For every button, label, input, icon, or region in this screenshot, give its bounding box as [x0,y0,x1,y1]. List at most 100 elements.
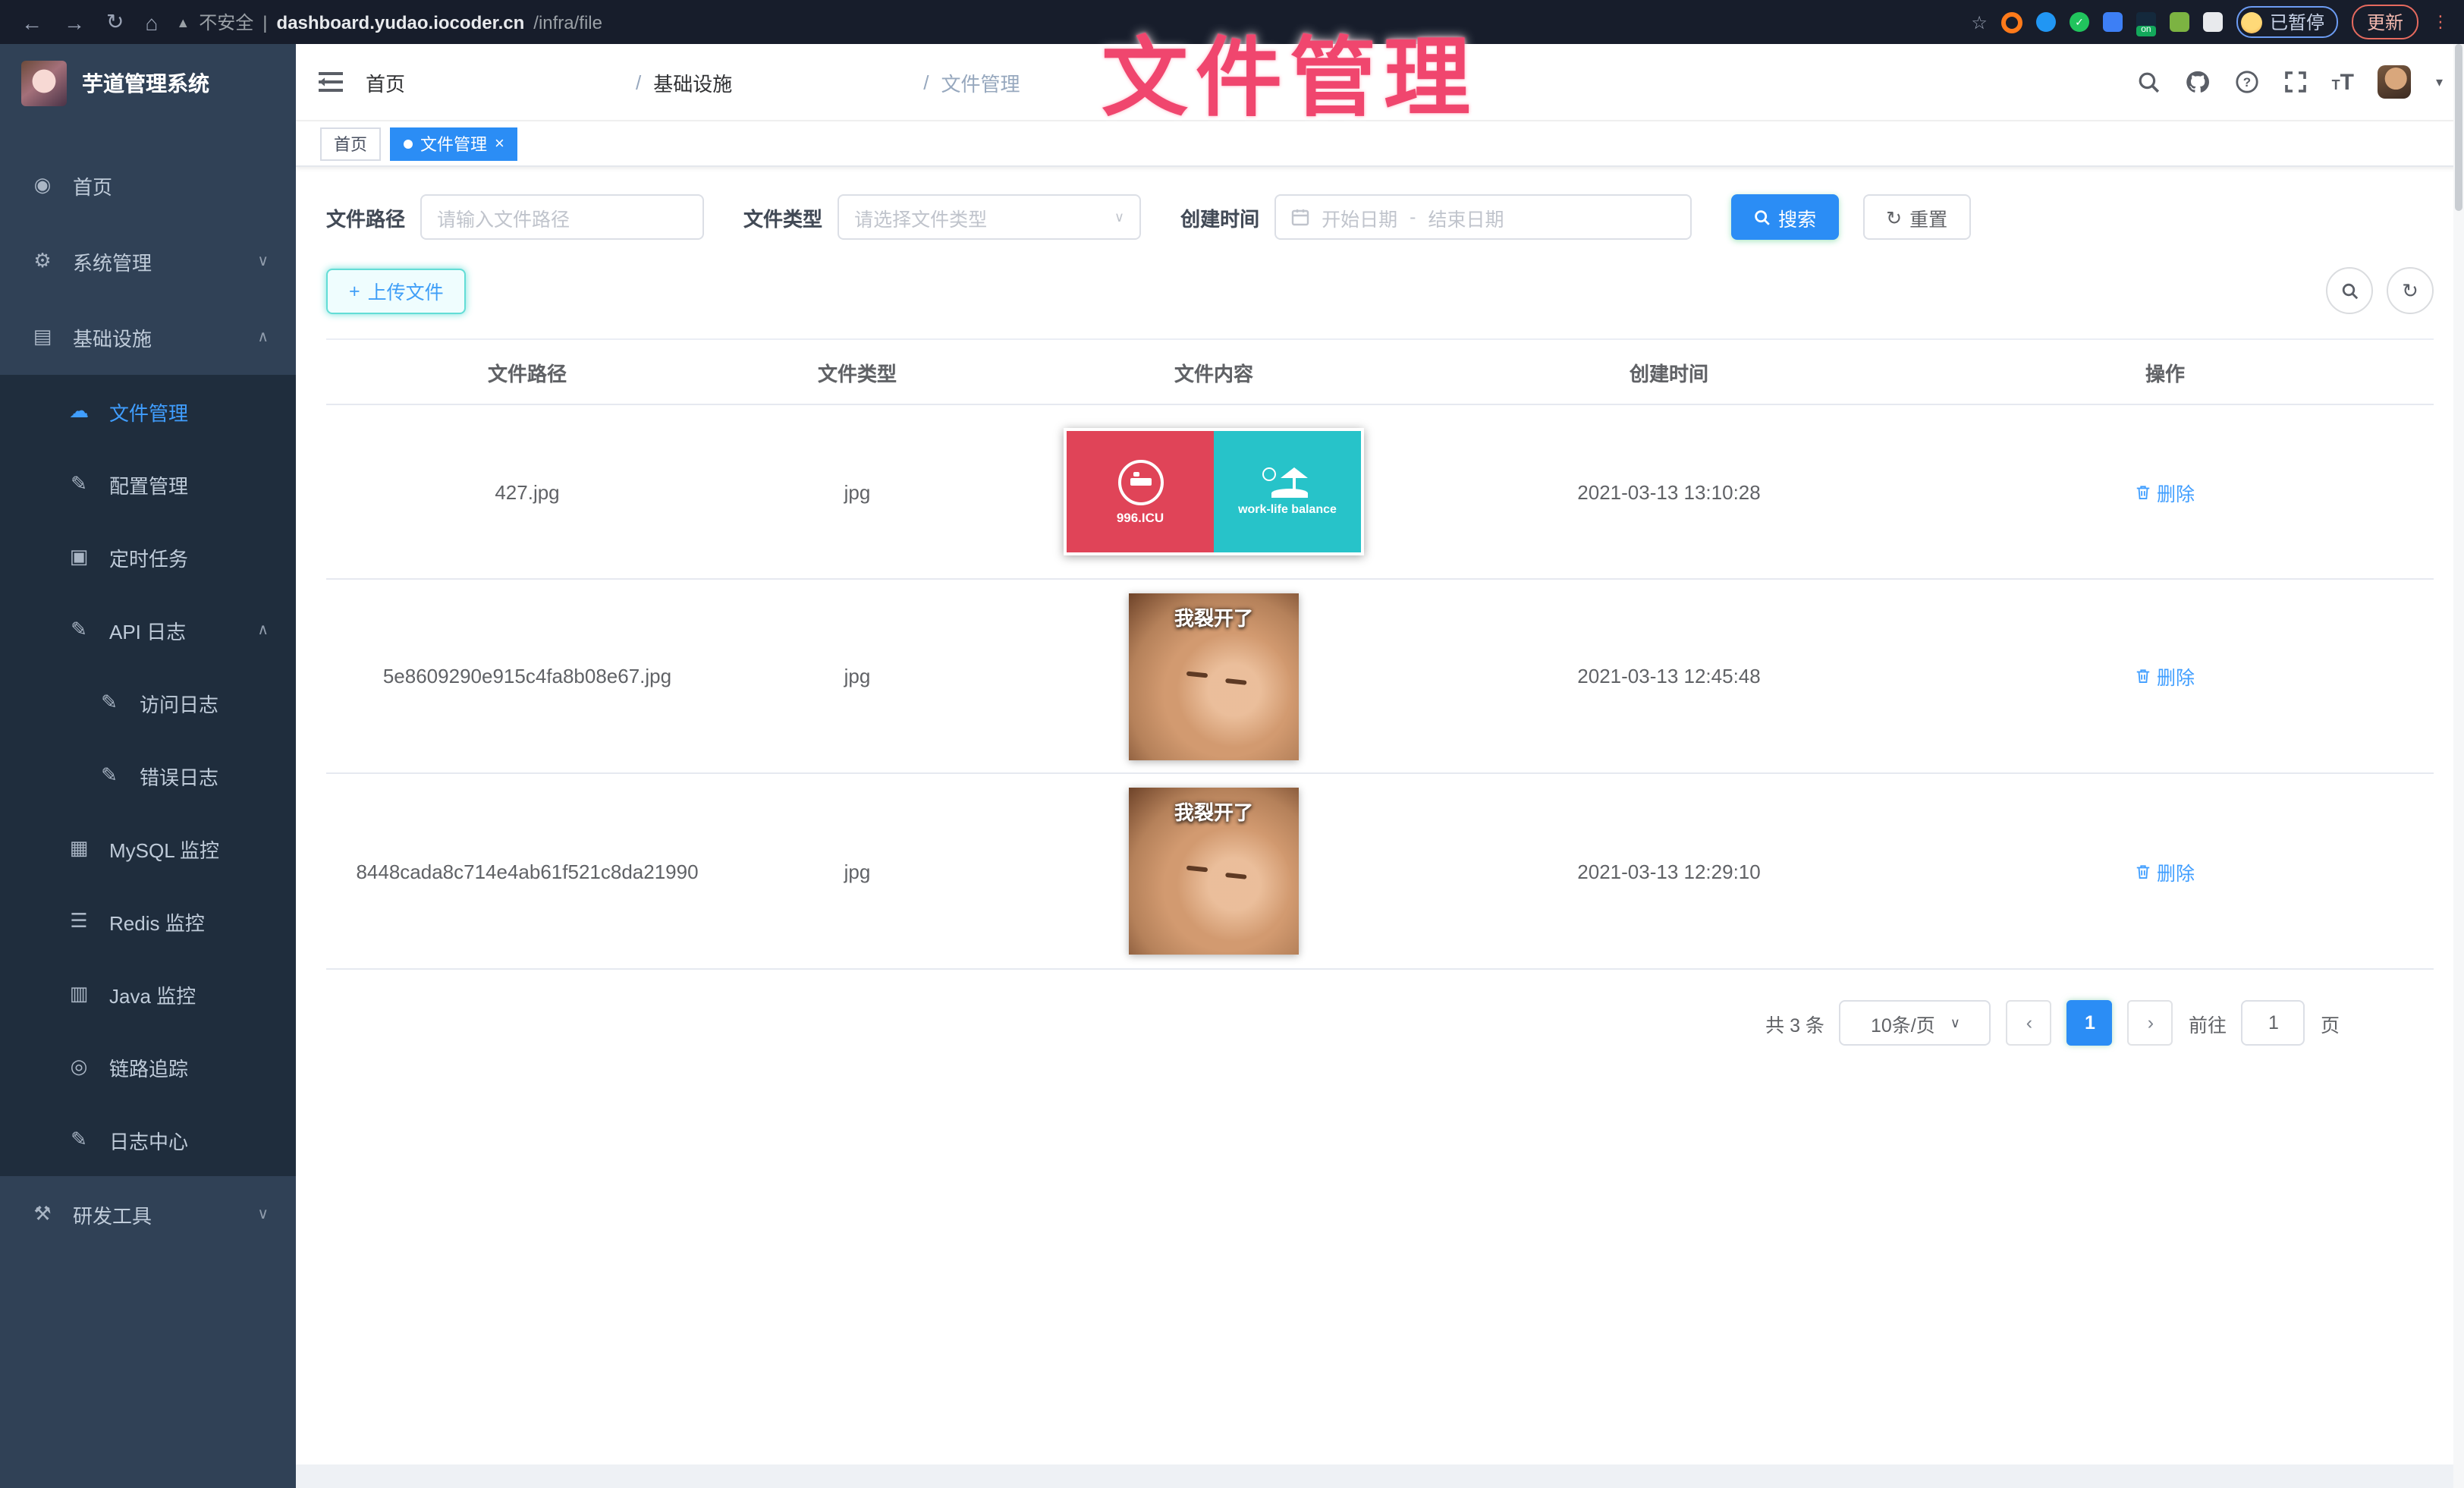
address-bar[interactable]: ▲ 不安全 | dashboard.yudao.iocoder.cn/infra… [176,9,1971,35]
extension-pin-icon[interactable] [2036,12,2056,32]
extension-puzzle-icon[interactable] [2203,12,2223,32]
fullscreen-icon[interactable] [2283,70,2308,94]
refresh-icon: ↻ [1886,206,1902,228]
file-type-select[interactable]: 请选择文件类型 ∨ [838,194,1141,240]
file-path-placeholder: 请输入文件路径 [437,203,570,231]
browser-home-icon[interactable]: ⌂ [145,10,158,34]
page-scrollbar[interactable] [2453,44,2464,1488]
file-thumbnail-meme[interactable]: 我裂开了 [1129,593,1299,760]
layers-icon: ☰ [67,909,91,933]
file-table: 文件路径 文件类型 文件内容 创建时间 操作 427.jpg jpg [326,338,2434,970]
sidebar-item-java[interactable]: ▥ Java 监控 [0,958,296,1030]
extension-green-check-icon[interactable]: ✓ [2070,12,2089,32]
chevron-up-icon: ∧ [257,621,269,638]
task-icon: ▣ [67,545,91,569]
beach-icon [1262,467,1313,498]
not-secure-label[interactable]: 不安全 [199,9,253,35]
sidebar-item-error-log[interactable]: ✎ 错误日志 [0,739,296,812]
tag-home[interactable]: 首页 [320,127,381,160]
app-title: 芋道管理系统 [82,68,209,99]
search-button[interactable]: 搜索 [1731,194,1839,240]
cell-create-time: 2021-03-13 12:45:48 [1441,665,1897,687]
file-path-input[interactable]: 请输入文件路径 [420,194,704,240]
extension-switch-icon[interactable]: on [2136,12,2156,32]
breadcrumb-separator: / [923,71,929,93]
sidebar-item-infra[interactable]: ▤ 基础设施 ∧ [0,299,296,375]
next-page-button[interactable]: › [2128,1000,2173,1046]
tag-label: 首页 [334,131,367,156]
browser-menu-icon[interactable]: ⋮ [2432,12,2449,32]
toggle-search-button[interactable] [2326,267,2373,314]
sidebar-item-mysql[interactable]: ▦ MySQL 监控 [0,812,296,885]
goto-suffix: 页 [2321,1008,2340,1037]
upload-label: 上传文件 [368,276,444,305]
sidebar-item-label: 研发工具 [73,1200,257,1228]
sidebar-item-dev-tools[interactable]: ⚒ 研发工具 ∨ [0,1176,296,1252]
tag-file-manage[interactable]: 文件管理 × [390,127,518,160]
toolbox-icon: ⚒ [30,1202,55,1226]
page-size-select[interactable]: 10条/页 ∨ [1840,1000,1991,1046]
delete-button[interactable]: 删除 [2136,662,2195,691]
trash-icon [2136,863,2152,879]
sidebar-item-home[interactable]: ◉ 首页 [0,147,296,223]
pagination: 共 3 条 10条/页 ∨ ‹ 1 › 前往 1 页 [326,1000,2434,1046]
sidebar-item-system[interactable]: ⚙ 系统管理 ∨ [0,223,296,299]
update-button[interactable]: 更新 [2352,5,2418,39]
page-1-button[interactable]: 1 [2067,1000,2113,1046]
search-icon[interactable] [2138,71,2161,93]
extension-grid-icon[interactable] [2103,12,2123,32]
update-label: 更新 [2367,9,2403,35]
close-icon[interactable]: × [495,134,504,153]
file-thumbnail-meme[interactable]: 我裂开了 [1129,788,1299,955]
date-range-picker[interactable]: 开始日期 - 结束日期 [1274,194,1692,240]
col-file-content: 文件内容 [986,357,1441,386]
sidebar-item-job[interactable]: ▣ 定时任务 [0,521,296,593]
browser-back-icon[interactable]: ← [21,10,42,34]
extension-orange-icon[interactable] [2001,11,2022,33]
cell-file-path: 5e8609290e915c4fa8b08e67.jpg [326,665,728,687]
logo-image [21,61,67,106]
delete-button[interactable]: 删除 [2136,857,2195,886]
avatar-caret-icon[interactable]: ▾ [2436,74,2443,90]
font-size-icon[interactable]: TT [2332,69,2354,95]
sidebar-item-label: 配置管理 [109,470,278,499]
sidebar-item-config[interactable]: ✎ 配置管理 [0,448,296,521]
extension-leaf-icon[interactable] [2170,12,2189,32]
url-domain[interactable]: dashboard.yudao.iocoder.cn [277,11,525,33]
chevron-down-icon: ∨ [257,253,269,269]
pagination-total: 共 3 条 [1765,1008,1824,1037]
goto-page-input[interactable]: 1 [2242,1000,2305,1046]
badge-996: 996.ICU [1117,509,1164,524]
sidebar-item-trace[interactable]: ◎ 链路追踪 [0,1030,296,1103]
sidebar-item-api-log[interactable]: ✎ API 日志 ∧ [0,593,296,666]
sidebar-item-redis[interactable]: ☰ Redis 监控 [0,885,296,958]
page-size-value: 10条/页 [1871,1008,1935,1037]
delete-button[interactable]: 删除 [2136,477,2195,506]
user-avatar[interactable] [2378,65,2412,99]
cell-create-time: 2021-03-13 12:29:10 [1441,860,1897,882]
upload-file-button[interactable]: + 上传文件 [326,268,467,313]
collapse-sidebar-icon[interactable] [317,71,344,93]
browser-reload-icon[interactable]: ↻ [106,9,124,35]
col-file-type: 文件类型 [728,357,986,386]
scrollbar-thumb[interactable] [2455,44,2462,211]
refresh-table-button[interactable]: ↻ [2387,267,2434,314]
sidebar-item-access-log[interactable]: ✎ 访问日志 [0,666,296,739]
browser-forward-icon[interactable]: → [64,10,85,34]
reset-button[interactable]: ↻ 重置 [1863,194,1970,240]
cell-file-type: jpg [728,480,986,503]
search-form: 文件路径 请输入文件路径 文件类型 请选择文件类型 ∨ 创建时间 开始日期 [326,194,2434,240]
sidebar-logo[interactable]: 芋道管理系统 [0,44,296,123]
breadcrumb-infra[interactable]: 基础设施 [653,68,911,96]
help-icon[interactable]: ? [2235,70,2259,94]
github-icon[interactable] [2185,70,2211,94]
sidebar-item-file-manage[interactable]: ☁ 文件管理 [0,375,296,448]
sidebar-item-log-center[interactable]: ✎ 日志中心 [0,1103,296,1176]
file-thumbnail-996icu[interactable]: 996.ICU work-life balance [1064,428,1364,555]
bookmark-star-icon[interactable]: ☆ [1971,11,1988,33]
monitor-icon: ▤ [30,325,55,349]
delete-label: 删除 [2157,857,2195,886]
prev-page-button[interactable]: ‹ [2007,1000,2052,1046]
breadcrumb-home[interactable]: 首页 [366,68,624,96]
profile-paused-chip[interactable]: 已暂停 [2236,6,2338,38]
